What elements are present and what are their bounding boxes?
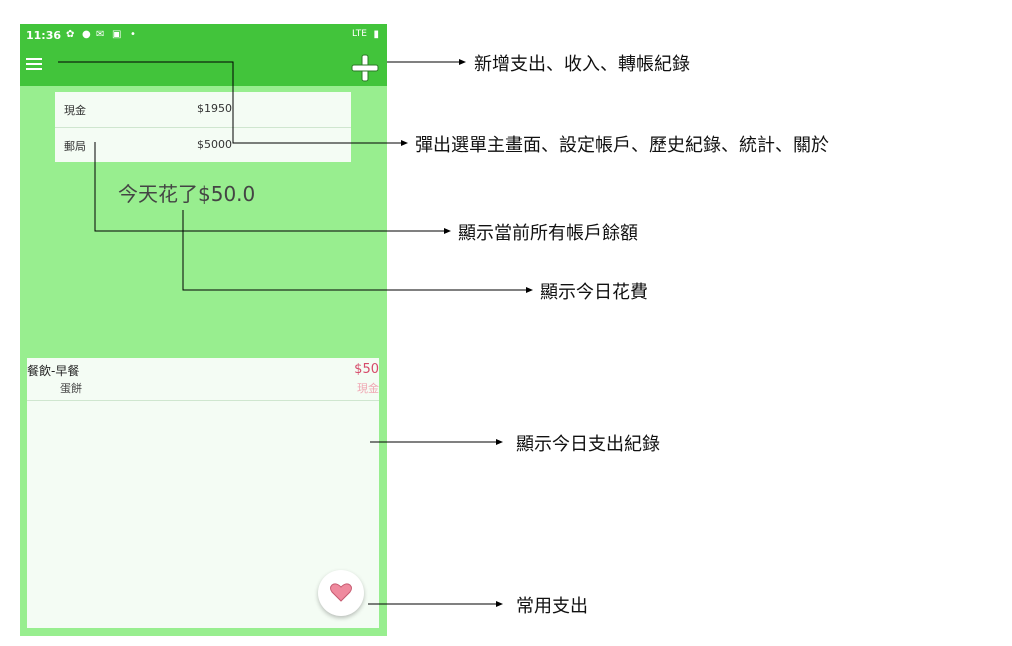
annotation-balances: 顯示當前所有帳戶餘額 [458, 223, 638, 244]
annotation-lines [58, 59, 533, 607]
annotation-add: 新增支出、收入、轉帳紀錄 [474, 54, 690, 75]
annotation-today-records: 顯示今日支出紀錄 [516, 434, 660, 455]
annotation-menu: 彈出選單主畫面、設定帳戶、歷史紀錄、統計、關於 [415, 135, 829, 156]
annotation-today-cost: 顯示今日花費 [540, 282, 648, 303]
annotation-favorites: 常用支出 [516, 596, 588, 617]
